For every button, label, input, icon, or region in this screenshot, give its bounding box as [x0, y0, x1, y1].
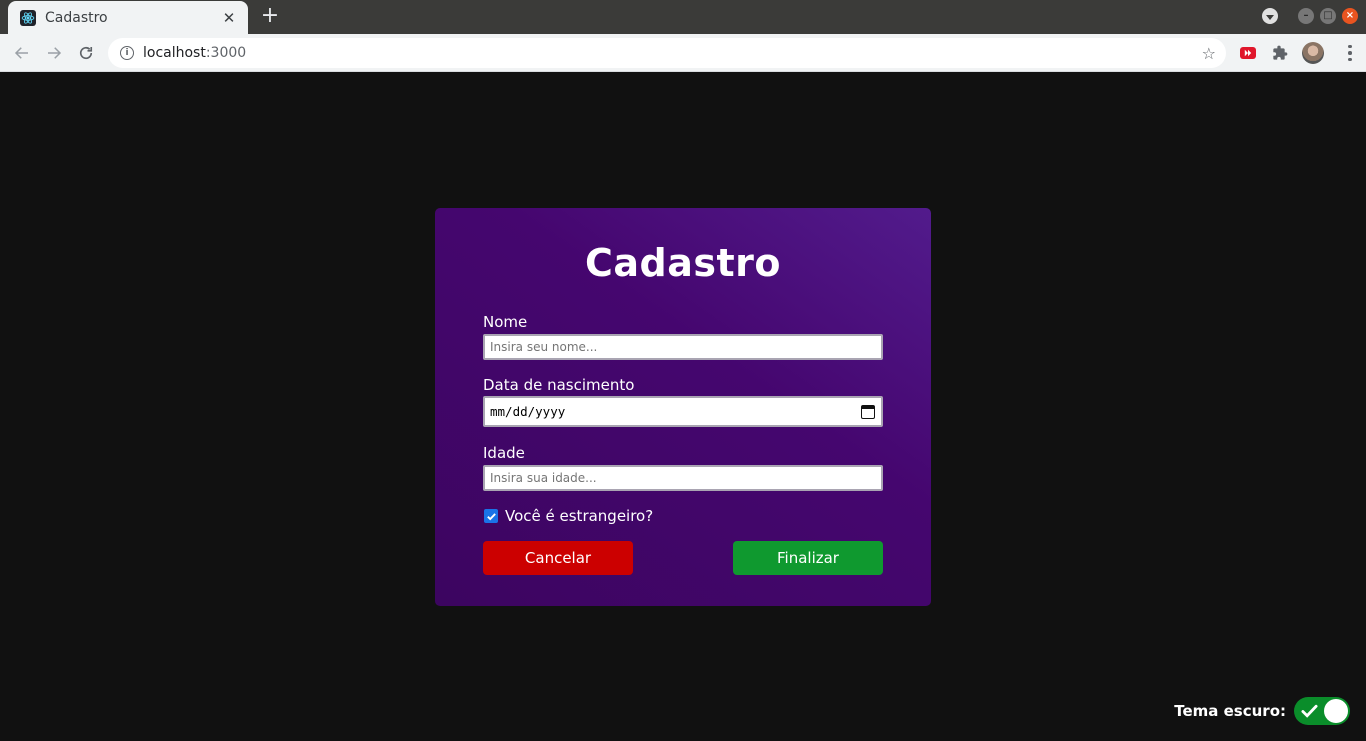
tab-title: Cadastro — [45, 9, 108, 26]
dark-theme-switch[interactable] — [1294, 697, 1350, 725]
birthdate-value: mm/dd/yyyy — [490, 404, 566, 419]
window-controls: – □ × — [1262, 8, 1358, 24]
nome-label: Nome — [483, 313, 528, 331]
tab-search-icon[interactable] — [1262, 8, 1278, 24]
page-viewport: Cadastro Nome Data de nascimento mm/dd/y… — [0, 73, 1366, 741]
browser-menu-icon[interactable] — [1340, 43, 1360, 63]
back-icon[interactable] — [10, 41, 34, 65]
react-logo-icon — [20, 9, 36, 26]
signup-form-card: Cadastro Nome Data de nascimento mm/dd/y… — [435, 208, 931, 606]
estrangeiro-checkbox[interactable] — [484, 509, 498, 523]
birthdate-input[interactable]: mm/dd/yyyy — [483, 396, 883, 427]
dark-theme-label: Tema escuro: — [1174, 702, 1286, 720]
idade-label: Idade — [483, 444, 525, 462]
browser-tab[interactable]: Cadastro ✕ — [8, 1, 248, 34]
estrangeiro-label[interactable]: Você é estrangeiro? — [505, 507, 653, 525]
minimize-icon[interactable]: – — [1298, 8, 1314, 24]
tab-close-icon[interactable]: ✕ — [220, 9, 238, 27]
birthdate-label: Data de nascimento — [483, 376, 635, 394]
bookmark-star-icon[interactable]: ☆ — [1202, 44, 1216, 63]
estrangeiro-row: Você é estrangeiro? — [483, 507, 883, 525]
address-bar[interactable]: i localhost:3000 ☆ — [108, 38, 1226, 68]
switch-knob — [1324, 699, 1348, 723]
url-text: localhost:3000 — [143, 45, 247, 61]
nome-input[interactable] — [483, 334, 883, 360]
calendar-icon[interactable] — [861, 404, 875, 419]
check-icon — [1301, 704, 1318, 718]
profile-avatar[interactable] — [1302, 42, 1324, 64]
close-window-icon[interactable]: × — [1342, 8, 1358, 24]
forward-icon[interactable] — [42, 41, 66, 65]
dark-theme-toggle-area: Tema escuro: — [1174, 697, 1350, 725]
youtube-extension-icon[interactable] — [1239, 44, 1257, 62]
reload-icon[interactable] — [74, 41, 98, 65]
idade-input[interactable] — [483, 465, 883, 491]
form-title: Cadastro — [584, 241, 781, 285]
browser-tab-strip: Cadastro ✕ + – □ × — [0, 0, 1366, 34]
site-info-icon[interactable]: i — [120, 46, 134, 60]
finish-button[interactable]: Finalizar — [733, 541, 883, 575]
cancel-button[interactable]: Cancelar — [483, 541, 633, 575]
form-actions: Cancelar Finalizar — [483, 541, 883, 575]
new-tab-button[interactable]: + — [258, 5, 282, 29]
extensions-puzzle-icon[interactable] — [1271, 44, 1289, 62]
maximize-icon[interactable]: □ — [1320, 8, 1336, 24]
browser-toolbar: i localhost:3000 ☆ — [0, 34, 1366, 72]
